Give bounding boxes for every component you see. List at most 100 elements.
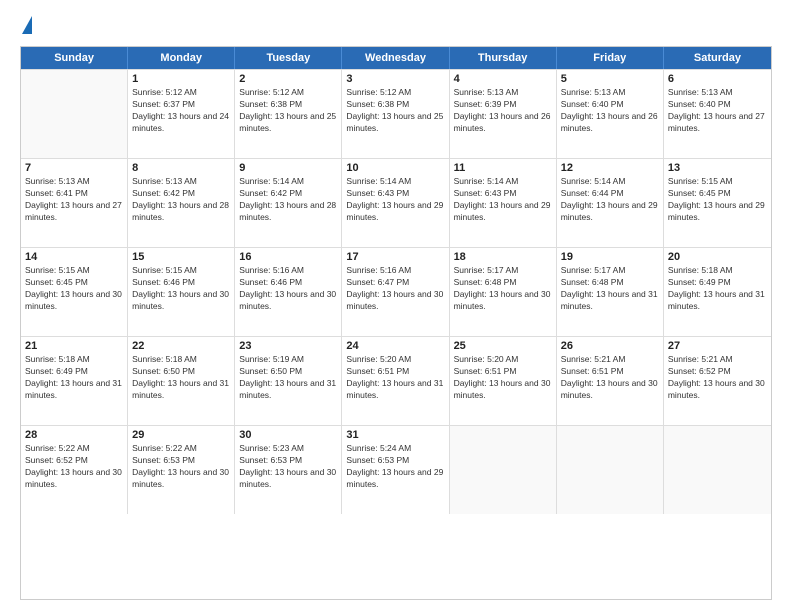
day-number: 8 bbox=[132, 162, 230, 174]
calendar-row-4: 21Sunrise: 5:18 AMSunset: 6:49 PMDayligh… bbox=[21, 336, 771, 425]
calendar-cell bbox=[664, 426, 771, 514]
day-number: 10 bbox=[346, 162, 444, 174]
logo-text bbox=[20, 16, 32, 36]
cell-info: Sunrise: 5:12 AMSunset: 6:38 PMDaylight:… bbox=[346, 87, 444, 135]
calendar-cell: 31 Sunrise: 5:24 AMSunset: 6:53 PMDayligh… bbox=[342, 426, 449, 514]
day-number: 25 bbox=[454, 340, 552, 352]
calendar-cell: 17 Sunrise: 5:16 AMSunset: 6:47 PMDayligh… bbox=[342, 248, 449, 336]
calendar-cell: 13 Sunrise: 5:15 AMSunset: 6:45 PMDayligh… bbox=[664, 159, 771, 247]
header bbox=[20, 16, 772, 36]
day-number: 31 bbox=[346, 429, 444, 441]
logo bbox=[20, 16, 32, 36]
cell-info: Sunrise: 5:15 AMSunset: 6:46 PMDaylight:… bbox=[132, 265, 230, 313]
calendar-cell bbox=[557, 426, 664, 514]
cell-info: Sunrise: 5:13 AMSunset: 6:39 PMDaylight:… bbox=[454, 87, 552, 135]
cell-info: Sunrise: 5:19 AMSunset: 6:50 PMDaylight:… bbox=[239, 354, 337, 402]
cell-info: Sunrise: 5:16 AMSunset: 6:47 PMDaylight:… bbox=[346, 265, 444, 313]
cell-info: Sunrise: 5:17 AMSunset: 6:48 PMDaylight:… bbox=[561, 265, 659, 313]
cell-info: Sunrise: 5:18 AMSunset: 6:49 PMDaylight:… bbox=[668, 265, 767, 313]
header-day-monday: Monday bbox=[128, 47, 235, 69]
calendar-cell: 10 Sunrise: 5:14 AMSunset: 6:43 PMDayligh… bbox=[342, 159, 449, 247]
day-number: 20 bbox=[668, 251, 767, 263]
calendar-cell: 1 Sunrise: 5:12 AMSunset: 6:37 PMDaylight… bbox=[128, 70, 235, 158]
calendar-row-5: 28 Sunrise: 5:22 AMSunset: 6:52 PMDayligh… bbox=[21, 425, 771, 514]
header-day-thursday: Thursday bbox=[450, 47, 557, 69]
day-number: 5 bbox=[561, 73, 659, 85]
cell-info: Sunrise: 5:18 AMSunset: 6:50 PMDaylight:… bbox=[132, 354, 230, 402]
calendar-cell: 18 Sunrise: 5:17 AMSunset: 6:48 PMDayligh… bbox=[450, 248, 557, 336]
calendar-cell: 5 Sunrise: 5:13 AMSunset: 6:40 PMDaylight… bbox=[557, 70, 664, 158]
calendar-header: SundayMondayTuesdayWednesdayThursdayFrid… bbox=[21, 47, 771, 69]
day-number: 28 bbox=[25, 429, 123, 441]
day-number: 21 bbox=[25, 340, 123, 352]
cell-info: Sunrise: 5:13 AMSunset: 6:41 PMDaylight:… bbox=[25, 176, 123, 224]
page: SundayMondayTuesdayWednesdayThursdayFrid… bbox=[0, 0, 792, 612]
header-day-tuesday: Tuesday bbox=[235, 47, 342, 69]
day-number: 16 bbox=[239, 251, 337, 263]
calendar-body: 1 Sunrise: 5:12 AMSunset: 6:37 PMDaylight… bbox=[21, 69, 771, 514]
day-number: 29 bbox=[132, 429, 230, 441]
day-number: 1 bbox=[132, 73, 230, 85]
calendar-cell: 19Sunrise: 5:17 AMSunset: 6:48 PMDayligh… bbox=[557, 248, 664, 336]
day-number: 18 bbox=[454, 251, 552, 263]
calendar-cell bbox=[21, 70, 128, 158]
day-number: 17 bbox=[346, 251, 444, 263]
cell-info: Sunrise: 5:24 AMSunset: 6:53 PMDaylight:… bbox=[346, 443, 444, 491]
day-number: 22 bbox=[132, 340, 230, 352]
calendar-cell: 24 Sunrise: 5:20 AMSunset: 6:51 PMDayligh… bbox=[342, 337, 449, 425]
cell-info: Sunrise: 5:22 AMSunset: 6:52 PMDaylight:… bbox=[25, 443, 123, 491]
header-day-sunday: Sunday bbox=[21, 47, 128, 69]
calendar: SundayMondayTuesdayWednesdayThursdayFrid… bbox=[20, 46, 772, 600]
calendar-cell: 16Sunrise: 5:16 AMSunset: 6:46 PMDayligh… bbox=[235, 248, 342, 336]
header-day-saturday: Saturday bbox=[664, 47, 771, 69]
calendar-cell: 28 Sunrise: 5:22 AMSunset: 6:52 PMDayligh… bbox=[21, 426, 128, 514]
calendar-cell: 6Sunrise: 5:13 AMSunset: 6:40 PMDaylight… bbox=[664, 70, 771, 158]
day-number: 4 bbox=[454, 73, 552, 85]
calendar-cell: 12Sunrise: 5:14 AMSunset: 6:44 PMDayligh… bbox=[557, 159, 664, 247]
cell-info: Sunrise: 5:17 AMSunset: 6:48 PMDaylight:… bbox=[454, 265, 552, 313]
calendar-cell: 21Sunrise: 5:18 AMSunset: 6:49 PMDayligh… bbox=[21, 337, 128, 425]
calendar-cell: 11 Sunrise: 5:14 AMSunset: 6:43 PMDayligh… bbox=[450, 159, 557, 247]
day-number: 14 bbox=[25, 251, 123, 263]
calendar-cell: 8 Sunrise: 5:13 AMSunset: 6:42 PMDaylight… bbox=[128, 159, 235, 247]
cell-info: Sunrise: 5:21 AMSunset: 6:51 PMDaylight:… bbox=[561, 354, 659, 402]
calendar-cell: 14Sunrise: 5:15 AMSunset: 6:45 PMDayligh… bbox=[21, 248, 128, 336]
calendar-cell: 23 Sunrise: 5:19 AMSunset: 6:50 PMDayligh… bbox=[235, 337, 342, 425]
cell-info: Sunrise: 5:14 AMSunset: 6:42 PMDaylight:… bbox=[239, 176, 337, 224]
calendar-cell: 2Sunrise: 5:12 AMSunset: 6:38 PMDaylight… bbox=[235, 70, 342, 158]
cell-info: Sunrise: 5:12 AMSunset: 6:37 PMDaylight:… bbox=[132, 87, 230, 135]
cell-info: Sunrise: 5:13 AMSunset: 6:40 PMDaylight:… bbox=[668, 87, 767, 135]
calendar-cell: 27Sunrise: 5:21 AMSunset: 6:52 PMDayligh… bbox=[664, 337, 771, 425]
day-number: 11 bbox=[454, 162, 552, 174]
cell-info: Sunrise: 5:14 AMSunset: 6:43 PMDaylight:… bbox=[346, 176, 444, 224]
logo-triangle-icon bbox=[22, 16, 32, 34]
cell-info: Sunrise: 5:14 AMSunset: 6:43 PMDaylight:… bbox=[454, 176, 552, 224]
calendar-cell: 20 Sunrise: 5:18 AMSunset: 6:49 PMDayligh… bbox=[664, 248, 771, 336]
calendar-cell bbox=[450, 426, 557, 514]
calendar-cell: 22 Sunrise: 5:18 AMSunset: 6:50 PMDayligh… bbox=[128, 337, 235, 425]
calendar-row-2: 7 Sunrise: 5:13 AMSunset: 6:41 PMDaylight… bbox=[21, 158, 771, 247]
calendar-cell: 26 Sunrise: 5:21 AMSunset: 6:51 PMDayligh… bbox=[557, 337, 664, 425]
day-number: 23 bbox=[239, 340, 337, 352]
calendar-cell: 9Sunrise: 5:14 AMSunset: 6:42 PMDaylight… bbox=[235, 159, 342, 247]
calendar-row-3: 14Sunrise: 5:15 AMSunset: 6:45 PMDayligh… bbox=[21, 247, 771, 336]
day-number: 24 bbox=[346, 340, 444, 352]
cell-info: Sunrise: 5:21 AMSunset: 6:52 PMDaylight:… bbox=[668, 354, 767, 402]
calendar-cell: 15 Sunrise: 5:15 AMSunset: 6:46 PMDayligh… bbox=[128, 248, 235, 336]
cell-info: Sunrise: 5:23 AMSunset: 6:53 PMDaylight:… bbox=[239, 443, 337, 491]
day-number: 7 bbox=[25, 162, 123, 174]
calendar-cell: 3Sunrise: 5:12 AMSunset: 6:38 PMDaylight… bbox=[342, 70, 449, 158]
cell-info: Sunrise: 5:14 AMSunset: 6:44 PMDaylight:… bbox=[561, 176, 659, 224]
cell-info: Sunrise: 5:22 AMSunset: 6:53 PMDaylight:… bbox=[132, 443, 230, 491]
cell-info: Sunrise: 5:13 AMSunset: 6:42 PMDaylight:… bbox=[132, 176, 230, 224]
day-number: 26 bbox=[561, 340, 659, 352]
cell-info: Sunrise: 5:15 AMSunset: 6:45 PMDaylight:… bbox=[668, 176, 767, 224]
cell-info: Sunrise: 5:20 AMSunset: 6:51 PMDaylight:… bbox=[346, 354, 444, 402]
day-number: 13 bbox=[668, 162, 767, 174]
cell-info: Sunrise: 5:13 AMSunset: 6:40 PMDaylight:… bbox=[561, 87, 659, 135]
day-number: 15 bbox=[132, 251, 230, 263]
day-number: 30 bbox=[239, 429, 337, 441]
cell-info: Sunrise: 5:20 AMSunset: 6:51 PMDaylight:… bbox=[454, 354, 552, 402]
calendar-cell: 30 Sunrise: 5:23 AMSunset: 6:53 PMDayligh… bbox=[235, 426, 342, 514]
calendar-cell: 7 Sunrise: 5:13 AMSunset: 6:41 PMDaylight… bbox=[21, 159, 128, 247]
